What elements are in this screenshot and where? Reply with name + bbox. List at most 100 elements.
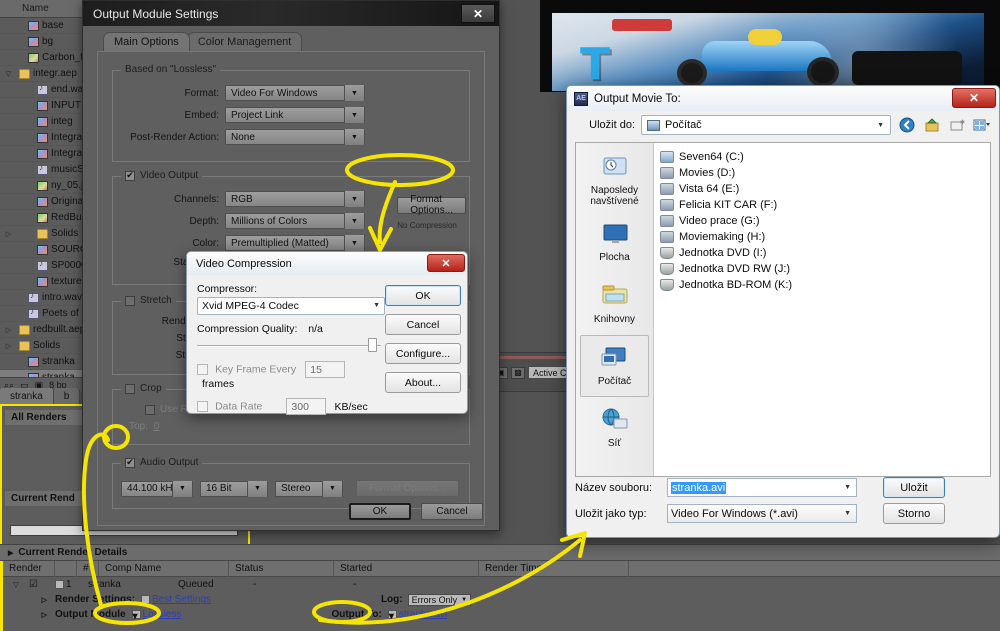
ok-button[interactable]: OK xyxy=(349,503,411,520)
stretch-checkbox[interactable]: ✔ xyxy=(125,295,135,306)
list-item[interactable]: Jednotka BD-ROM (K:) xyxy=(658,277,990,293)
log-select[interactable]: Errors Only ▼ xyxy=(407,593,472,606)
chevron-down-icon[interactable]: ▼ xyxy=(844,510,851,517)
places-sidebar[interactable]: Naposledy navštívené Plocha Knihovny Počíta… xyxy=(576,143,654,476)
configure-button[interactable]: Configure... xyxy=(385,343,461,364)
cancel-button[interactable]: Cancel xyxy=(421,503,483,520)
column-header[interactable]: Started xyxy=(334,561,479,577)
close-button[interactable]: ✕ xyxy=(427,254,465,272)
column-header[interactable]: Render Time xyxy=(479,561,629,577)
data-rate-checkbox[interactable] xyxy=(197,400,208,412)
list-item[interactable]: Video prace (G:) xyxy=(658,213,990,229)
close-button[interactable]: ✕ xyxy=(461,4,495,23)
compression-quality-slider[interactable] xyxy=(197,338,381,352)
panel-tab[interactable]: b xyxy=(53,388,81,404)
list-item[interactable]: Felicia KIT CAR (F:) xyxy=(658,197,990,213)
output-module-value[interactable]: Lossless xyxy=(143,609,182,620)
dialog-tabs[interactable]: Main Options Color Management xyxy=(83,26,499,51)
data-rate-input[interactable]: 300 xyxy=(286,398,327,415)
use-region-of-interest-checkbox[interactable]: ✔ xyxy=(145,404,155,415)
render-settings-row[interactable]: ▷ Render Settings: Best Settings Log: Er… xyxy=(3,592,1000,607)
panel-tab[interactable]: stranka xyxy=(0,388,54,404)
render-queue-table[interactable]: Render # Comp Name Status Started Render Time… xyxy=(0,561,1000,631)
render-settings-menu-icon[interactable] xyxy=(141,595,151,604)
column-header[interactable]: Status xyxy=(229,561,334,577)
video-compression-dialog[interactable]: Video Compression ✕ Compressor: Xvid MPE… xyxy=(186,251,468,415)
column-header[interactable] xyxy=(55,561,77,577)
table-row[interactable]: ▽ ☑ 1 stranka Queued - - xyxy=(3,577,1000,592)
up-folder-icon[interactable] xyxy=(922,116,941,135)
column-header[interactable]: Render xyxy=(3,561,55,577)
audio-sample-rate-select[interactable]: 44.100 kHz ▼ xyxy=(121,480,193,497)
key-frame-checkbox[interactable] xyxy=(197,363,208,375)
cancel-button[interactable]: Cancel xyxy=(385,314,461,335)
ok-button[interactable]: OK xyxy=(385,285,461,306)
viewer-transparency-icon[interactable]: ▩ xyxy=(511,366,525,379)
chevron-right-icon[interactable]: ▶ xyxy=(8,549,13,557)
compressor-select[interactable]: Xvid MPEG-4 Codec ▼ xyxy=(197,297,385,315)
output-module-menu-icon[interactable]: ▾ xyxy=(131,610,141,622)
twirl-icon[interactable]: ▷ xyxy=(4,326,13,334)
dialog-tab[interactable]: Main Options xyxy=(103,32,190,51)
video-output-checkbox[interactable]: ✔ xyxy=(125,170,135,181)
current-render-details-bar[interactable]: ▶ Current Render Details xyxy=(0,544,1000,561)
row-twirl-icon[interactable]: ▽ xyxy=(3,581,29,589)
views-icon[interactable] xyxy=(972,116,991,135)
place-item[interactable]: Plocha xyxy=(580,211,649,273)
output-module-row[interactable]: ▷ Output Module ▾ Lossless Output To: ▾ … xyxy=(3,607,1000,622)
column-header[interactable]: # xyxy=(77,561,99,577)
list-item[interactable]: Jednotka DVD (I:) xyxy=(658,245,990,261)
list-item[interactable]: Vista 64 (E:) xyxy=(658,181,990,197)
slider-thumb[interactable] xyxy=(368,338,377,352)
render-checkbox[interactable]: ☑ xyxy=(29,579,55,590)
list-item[interactable]: Jednotka DVD RW (J:) xyxy=(658,261,990,277)
render-settings-twirl-icon[interactable]: ▷ xyxy=(3,596,47,604)
audio-channels-select[interactable]: Stereo ▼ xyxy=(275,480,343,497)
cancel-button[interactable]: Storno xyxy=(883,503,945,524)
crop-checkbox[interactable]: ✔ xyxy=(125,383,135,394)
row-comp-name[interactable]: stranka xyxy=(88,579,178,590)
place-item[interactable]: Počítač xyxy=(580,335,649,397)
list-item[interactable]: Seven64 (C:) xyxy=(658,149,990,165)
audio-bit-depth-select[interactable]: 16 Bit ▼ xyxy=(200,480,268,497)
audio-output-checkbox[interactable]: ✔ xyxy=(125,457,135,468)
field-select[interactable]: Video For Windows ▼ xyxy=(225,85,365,101)
save-as-type-select[interactable]: Video For Windows (*.avi) ▼ xyxy=(667,504,857,523)
key-frame-input[interactable]: 15 xyxy=(305,361,346,378)
new-folder-icon[interactable]: ✱ xyxy=(947,116,966,135)
place-item[interactable]: Knihovny xyxy=(580,273,649,335)
field-select[interactable]: Premultiplied (Matted) ▼ xyxy=(225,235,365,251)
crop-top-value[interactable]: 0 xyxy=(154,421,160,432)
output-to-value[interactable]: stranka.avi xyxy=(399,609,447,620)
place-item[interactable]: Síť xyxy=(580,397,649,459)
twirl-icon[interactable]: ▽ xyxy=(4,70,13,78)
field-select[interactable]: Project Link ▼ xyxy=(225,107,365,123)
save-dialog-footer[interactable]: Název souboru: stranka.avi ▼ Uložit Ulož… xyxy=(575,477,991,529)
list-item[interactable]: Moviemaking (H:) xyxy=(658,229,990,245)
file-browser-area[interactable]: Naposledy navštívené Plocha Knihovny Počíta… xyxy=(575,142,991,477)
output-movie-to-dialog[interactable]: AE Output Movie To: ✕ Uložit do: Počítač… xyxy=(566,85,1000,538)
output-to-menu-icon[interactable]: ▾ xyxy=(387,610,397,622)
chevron-down-icon[interactable]: ▼ xyxy=(844,484,851,491)
look-in-select[interactable]: Počítač ▼ xyxy=(641,115,891,135)
column-header[interactable]: Comp Name xyxy=(99,561,229,577)
field-select[interactable]: Millions of Colors ▼ xyxy=(225,213,365,229)
output-module-twirl-icon[interactable]: ▷ xyxy=(3,611,47,619)
format-options-button[interactable]: Format Options... xyxy=(397,194,467,216)
dialog-tab[interactable]: Color Management xyxy=(186,32,303,51)
file-list[interactable]: Seven64 (C:) Movies (D:) Vista 64 (E:) Feli… xyxy=(654,143,990,476)
list-item[interactable]: Movies (D:) xyxy=(658,165,990,181)
twirl-icon[interactable]: ▷ xyxy=(4,342,13,350)
file-name-input[interactable]: stranka.avi ▼ xyxy=(667,478,857,497)
twirl-icon[interactable]: ▷ xyxy=(4,230,13,238)
save-dialog-toolbar[interactable]: Uložit do: Počítač ▼ ✱ xyxy=(567,111,999,139)
place-item[interactable]: Naposledy navštívené xyxy=(580,149,649,211)
close-button[interactable]: ✕ xyxy=(952,88,996,108)
label-color-chip[interactable] xyxy=(55,580,64,589)
render-settings-value[interactable]: Best Settings xyxy=(152,594,211,605)
back-icon[interactable] xyxy=(897,116,916,135)
about-button[interactable]: About... xyxy=(385,372,461,393)
field-select[interactable]: RGB ▼ xyxy=(225,191,365,207)
field-select[interactable]: None ▼ xyxy=(225,129,365,145)
render-queue-header[interactable]: Render # Comp Name Status Started Render Time xyxy=(3,561,1000,577)
